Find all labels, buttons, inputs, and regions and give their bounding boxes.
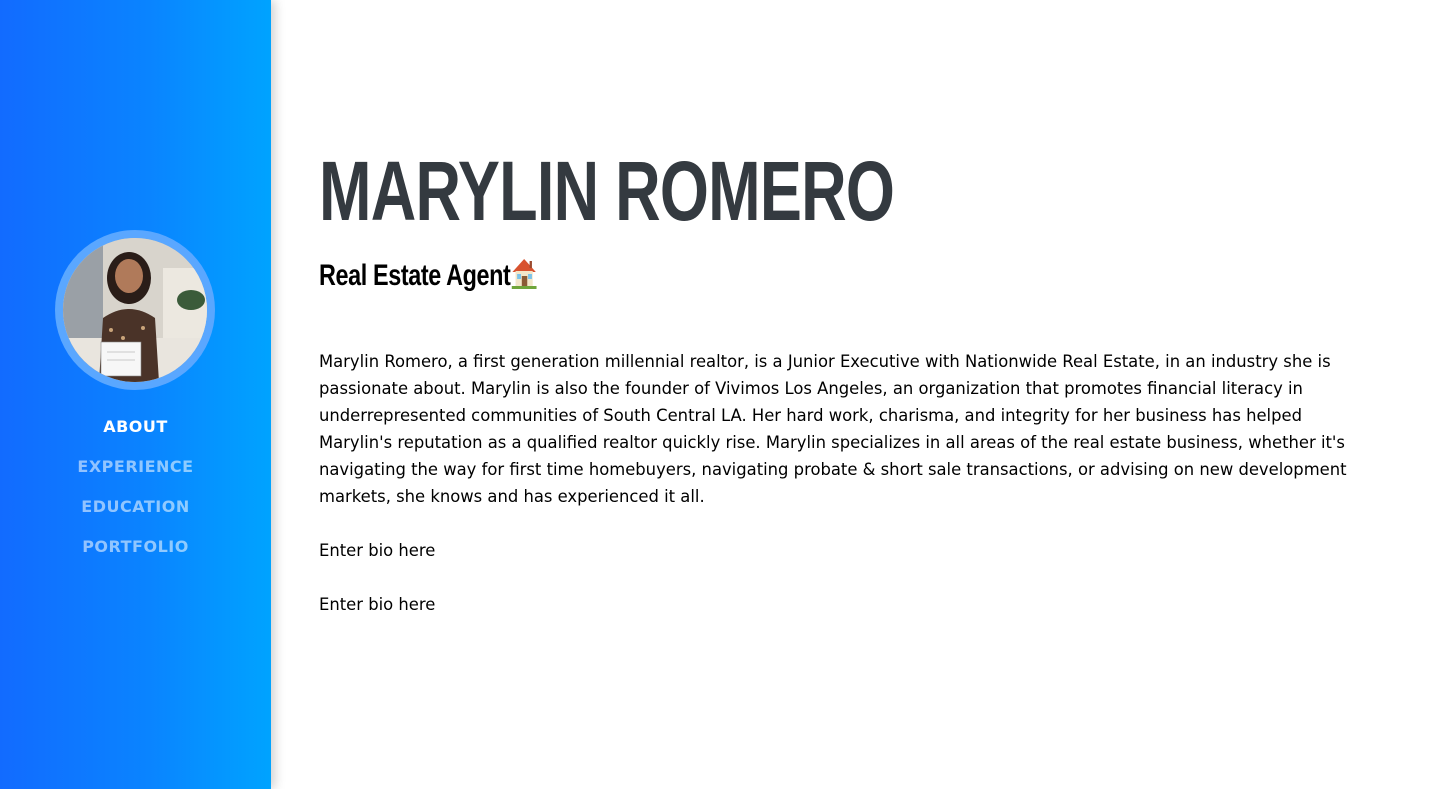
nav-link-education[interactable]: EDUCATION — [81, 497, 189, 516]
sidebar-nav: ABOUT EXPERIENCE EDUCATION PORTFOLIO — [0, 410, 271, 570]
sidebar: ABOUT EXPERIENCE EDUCATION PORTFOLIO — [0, 0, 271, 789]
subtitle-text: Real Estate Agent — [319, 259, 511, 292]
bio: Marylin Romero, a first generation mille… — [319, 348, 1379, 645]
page-title: MARYLIN ROMERO — [319, 144, 895, 238]
bio-paragraph: Enter bio here — [319, 595, 436, 614]
avatar[interactable] — [55, 230, 215, 390]
nav-item-about: ABOUT — [0, 410, 271, 450]
subtitle: Real Estate Agent — [319, 256, 537, 300]
nav-link-about[interactable]: ABOUT — [103, 417, 168, 436]
bio-paragraph: Enter bio here — [319, 541, 436, 560]
nav-link-experience[interactable]: EXPERIENCE — [77, 457, 193, 476]
nav-item-experience: EXPERIENCE — [0, 450, 271, 490]
nav-item-education: EDUCATION — [0, 490, 271, 530]
house-icon — [512, 257, 537, 300]
nav-link-portfolio[interactable]: PORTFOLIO — [82, 537, 189, 556]
bio-paragraph: Marylin Romero, a first generation mille… — [319, 352, 1347, 506]
nav-item-portfolio: PORTFOLIO — [0, 530, 271, 570]
avatar-photo — [63, 238, 207, 382]
